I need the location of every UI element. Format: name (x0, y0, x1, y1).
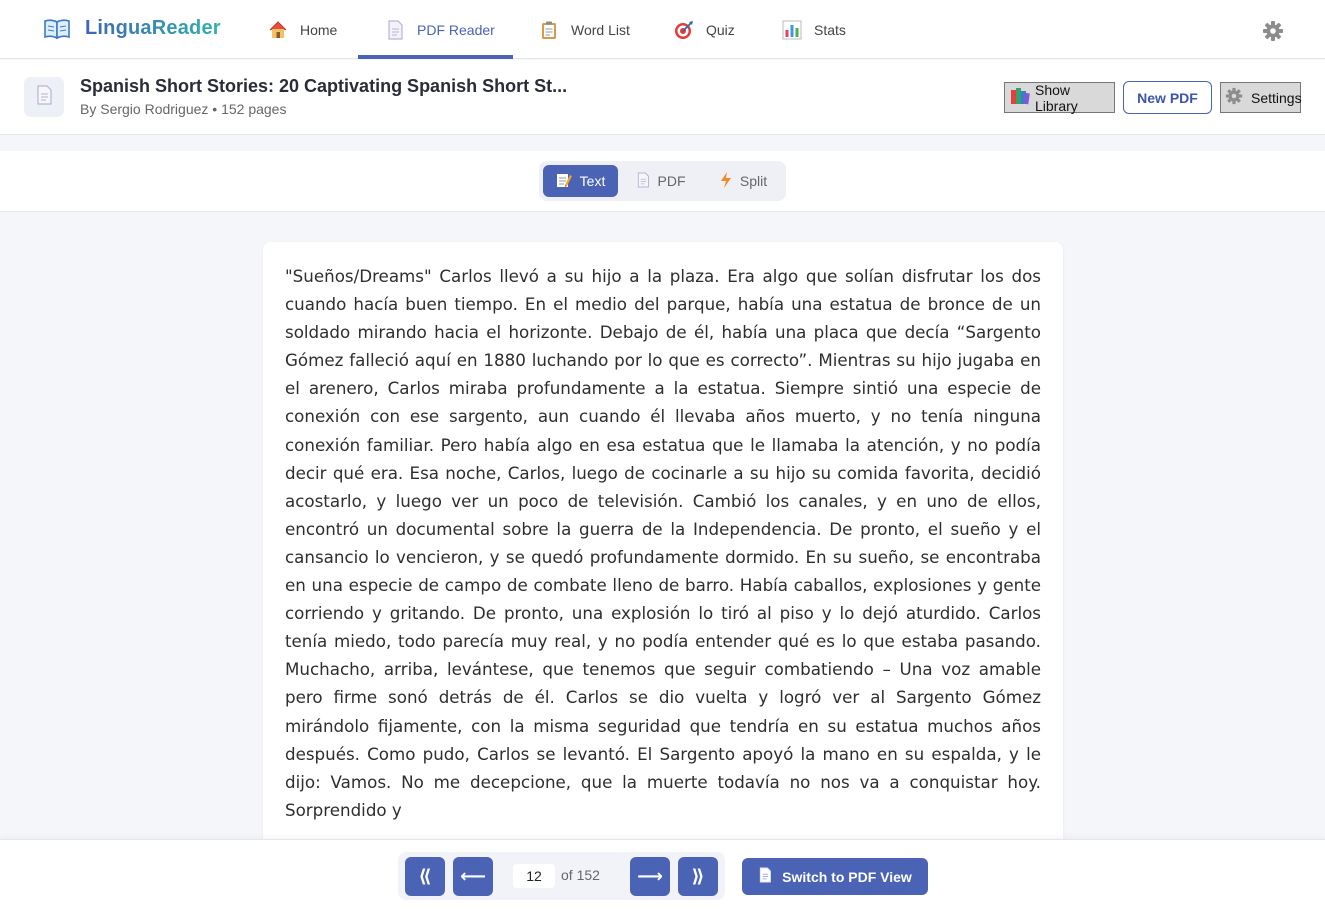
document-thumbnail (24, 77, 64, 117)
nav-label-word-list: Word List (571, 21, 630, 38)
view-mode-toggle: Text PDF Split (539, 161, 786, 201)
first-page-button[interactable]: ⟪ (405, 857, 445, 896)
reading-text[interactable]: "Sueños/Dreams" Carlos llevó a su hijo a… (285, 262, 1041, 824)
gear-icon[interactable] (1262, 20, 1284, 42)
lightning-icon (720, 171, 732, 191)
view-mode-pdf-label: PDF (657, 173, 686, 189)
gear-icon (1225, 87, 1243, 108)
page-navigator: ⟪ ⟵ of 152 ⟶ ⟫ (398, 852, 725, 900)
last-page-button[interactable]: ⟫ (678, 857, 718, 896)
document-header: Spanish Short Stories: 20 Captivating Sp… (0, 60, 1325, 135)
settings-label: Settings (1251, 89, 1302, 106)
view-mode-text[interactable]: Text (543, 165, 618, 197)
view-mode-split-label: Split (739, 173, 768, 189)
memo-icon (556, 172, 572, 191)
nav-label-quiz: Quiz (706, 21, 735, 38)
view-mode-split[interactable]: Split (705, 165, 782, 197)
open-book-icon (44, 18, 70, 40)
document-icon (758, 867, 772, 886)
show-library-label: Show Library (1035, 81, 1078, 114)
nav-item-word-list[interactable]: Word List (539, 0, 630, 59)
nav-label-stats: Stats (814, 21, 846, 38)
next-page-button[interactable]: ⟶ (630, 857, 670, 896)
target-icon (674, 20, 694, 40)
bar-chart-icon (782, 20, 802, 40)
nav-item-home[interactable]: Home (268, 0, 337, 59)
nav-item-pdf-reader[interactable]: PDF Reader (385, 0, 495, 59)
show-library-button[interactable]: Show Library (1004, 81, 1115, 114)
document-icon (35, 84, 53, 110)
nav-item-stats[interactable]: Stats (782, 0, 846, 59)
view-mode-text-label: Text (579, 173, 606, 189)
house-icon (268, 20, 288, 40)
document-title: Spanish Short Stories: 20 Captivating Sp… (80, 76, 568, 96)
nav-item-quiz[interactable]: Quiz (674, 0, 735, 59)
view-mode-pdf[interactable]: PDF (623, 165, 698, 197)
reading-pane[interactable]: "Sueños/Dreams" Carlos llevó a su hijo a… (263, 242, 1063, 882)
top-navigation: LinguaReader Home PDF Reader Word List Q… (0, 0, 1325, 59)
switch-to-pdf-view-label: Switch to PDF View (782, 868, 912, 885)
active-tab-indicator (358, 55, 513, 59)
books-icon (1010, 87, 1030, 108)
brand[interactable]: LinguaReader (44, 17, 221, 40)
clipboard-icon (539, 20, 559, 40)
nav-label-home: Home (300, 21, 338, 38)
nav-label-pdf-reader: PDF Reader (417, 21, 495, 38)
document-icon (636, 172, 650, 191)
page-number-input[interactable] (513, 864, 555, 888)
app-name: LinguaReader (85, 17, 221, 39)
previous-page-button[interactable]: ⟵ (453, 857, 493, 896)
view-mode-bar: Text PDF Split (0, 151, 1325, 212)
document-icon (385, 19, 405, 40)
new-pdf-button[interactable]: New PDF (1123, 81, 1212, 114)
page-total-label: of 152 (561, 867, 600, 883)
settings-button[interactable]: Settings (1220, 82, 1302, 113)
switch-to-pdf-view-button[interactable]: Switch to PDF View (742, 858, 928, 895)
document-meta: By Sergio Rodriguez • 152 pages (80, 101, 287, 117)
pagination-bar: ⟪ ⟵ of 152 ⟶ ⟫ Switch to PDF View (0, 839, 1325, 911)
